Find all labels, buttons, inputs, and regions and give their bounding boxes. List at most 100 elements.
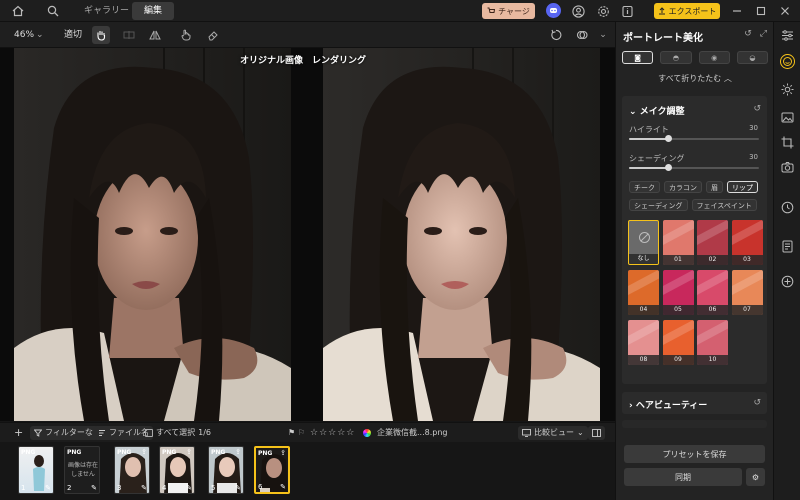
lip-color-swatch[interactable]: 08	[628, 320, 659, 365]
highlight-slider[interactable]	[629, 135, 759, 142]
pointer-hand-icon[interactable]	[177, 26, 195, 44]
maximize-icon[interactable]	[753, 3, 769, 19]
chip-eyebrow[interactable]: 眉	[706, 181, 723, 193]
edit-icon[interactable]: ✎	[186, 484, 192, 492]
swatch-sheen	[731, 220, 763, 246]
swatch-sheen	[731, 270, 763, 296]
chip-shading[interactable]: シェーディング	[629, 199, 688, 211]
chip-face-paint[interactable]: フェイスペイント	[691, 199, 757, 211]
thumbnail-3[interactable]: PNG ⇪ 3 ✎	[114, 446, 150, 494]
hand-icon[interactable]	[92, 26, 110, 44]
select-all-checkbox[interactable]: すべて選択 1/6	[145, 426, 211, 440]
tab-edit[interactable]: 編集	[132, 2, 175, 20]
chip-blush[interactable]: チーク	[629, 181, 660, 193]
portrait-face-icon[interactable]	[780, 54, 795, 69]
makeup-section-header[interactable]: ⌄ メイク調整	[629, 104, 685, 117]
expand-icon[interactable]: ⤢	[760, 29, 767, 39]
layers-chevron-icon[interactable]: ⌄	[594, 26, 612, 44]
upload-icon[interactable]: ⇪	[235, 448, 241, 456]
add-icon[interactable]: +	[14, 426, 23, 440]
slider-knob[interactable]	[665, 164, 672, 171]
compare-split-icon[interactable]	[120, 26, 138, 44]
image-canvas[interactable]: オリジナル画像 レンダリング	[0, 48, 615, 421]
shading-slider[interactable]	[629, 164, 759, 171]
camera-icon[interactable]	[780, 160, 795, 175]
notes-icon[interactable]	[780, 239, 795, 254]
sync-button[interactable]: 同期	[624, 468, 742, 486]
lip-color-swatch[interactable]: 02	[697, 220, 728, 265]
upload-icon[interactable]: ⇪	[141, 448, 147, 456]
rating-stars[interactable]: ☆☆☆☆☆	[310, 426, 355, 440]
collapse-all-button[interactable]: すべて折りたたむ ︿	[616, 73, 774, 84]
gear-icon[interactable]	[595, 3, 611, 19]
flag-icon[interactable]: ⚑	[288, 426, 295, 440]
tab-skin-icon[interactable]: ◓	[660, 51, 692, 64]
lip-color-swatch[interactable]: 04	[628, 270, 659, 315]
tab-face-icon[interactable]: ◙	[622, 51, 654, 64]
slider-knob[interactable]	[665, 135, 672, 142]
swatch-none[interactable]: なし	[628, 220, 659, 265]
lip-color-swatch[interactable]: 05	[662, 270, 694, 315]
thumbnail-6[interactable]: PNG ⇪ 6 ✎	[254, 446, 290, 494]
thumb-format: PNG	[21, 449, 36, 456]
thumbnail-1[interactable]: PNG 1 ✎	[18, 446, 54, 494]
export-button[interactable]: エクスポート	[654, 3, 720, 19]
upload-icon[interactable]: ⇪	[186, 448, 192, 456]
save-preset-button[interactable]: プリセットを保存	[624, 445, 765, 463]
edit-icon[interactable]: ✎	[141, 484, 147, 492]
crop-icon[interactable]	[780, 135, 795, 150]
chevron-down-icon: ⌄	[577, 428, 584, 437]
fit-button[interactable]: 適切	[64, 27, 82, 43]
user-icon[interactable]	[570, 3, 586, 19]
lip-color-swatch[interactable]: 01	[662, 220, 694, 265]
minimize-icon[interactable]	[729, 3, 745, 19]
undo-icon[interactable]	[547, 26, 565, 44]
tab-eyes-icon[interactable]: ◉	[698, 51, 730, 64]
flip-icon[interactable]	[146, 26, 164, 44]
sync-settings-gear-icon[interactable]: ⚙	[746, 468, 765, 486]
thumbnail-2[interactable]: PNG 画像は存在しません 2 ✎	[64, 446, 100, 494]
swatch-sheen	[662, 320, 694, 346]
tab-gallery[interactable]: ギャラリー	[72, 2, 141, 20]
zoom-chevron-icon[interactable]: ⌄	[36, 27, 44, 43]
close-icon[interactable]	[777, 3, 793, 19]
compare-view-button[interactable]: 比較ビュー ⌄	[518, 426, 588, 440]
thumbnail-5[interactable]: PNG ⇪ 5 ✎	[208, 446, 244, 494]
sun-icon[interactable]	[780, 82, 795, 97]
hair-beauty-header[interactable]: › ヘアビューティー	[629, 398, 707, 411]
thumbnail-4[interactable]: PNG ⇪ 4 ✎	[159, 446, 195, 494]
charge-button[interactable]: チャージ	[482, 3, 535, 19]
edit-icon[interactable]: ✎	[235, 484, 241, 492]
search-icon[interactable]	[45, 3, 61, 19]
image-icon[interactable]	[780, 110, 795, 125]
lip-color-swatch[interactable]: 07	[731, 270, 763, 315]
upload-icon[interactable]: ⇪	[280, 449, 286, 457]
reject-flag-icon[interactable]: ⚐	[298, 426, 305, 440]
lip-color-swatch[interactable]: 10	[697, 320, 728, 365]
home-icon[interactable]	[10, 3, 26, 19]
edit-icon[interactable]: ✎	[91, 484, 97, 492]
chip-color-contacts[interactable]: カラコン	[664, 181, 702, 193]
lip-color-swatch[interactable]: 09	[662, 320, 694, 365]
history-icon[interactable]	[780, 200, 795, 215]
reset-icon[interactable]: ↺	[744, 29, 752, 39]
eraser-icon[interactable]	[204, 26, 222, 44]
reset-icon[interactable]: ↺	[753, 104, 761, 114]
info-icon[interactable]	[619, 3, 635, 19]
panel-toggle-icon[interactable]	[588, 426, 605, 440]
layers-icon[interactable]	[573, 26, 591, 44]
zoom-level[interactable]: 46%	[14, 27, 34, 43]
edit-icon[interactable]: ✎	[45, 484, 51, 492]
lip-color-swatch[interactable]: 06	[697, 270, 728, 315]
chip-lip[interactable]: リップ	[727, 181, 758, 193]
lip-color-swatch[interactable]: 03	[731, 220, 763, 265]
discord-icon[interactable]	[546, 3, 561, 18]
thumb-format: PNG	[162, 449, 177, 456]
adjust-sliders-icon[interactable]	[780, 28, 795, 43]
edit-icon[interactable]: ✎	[280, 483, 286, 491]
add-circle-icon[interactable]	[780, 274, 795, 289]
reset-icon[interactable]: ↺	[753, 398, 761, 408]
tab-mouth-icon[interactable]: ◒	[736, 51, 768, 64]
color-label-icon[interactable]	[363, 426, 371, 440]
hair-beauty-section[interactable]: › ヘアビューティー ↺	[622, 392, 767, 414]
